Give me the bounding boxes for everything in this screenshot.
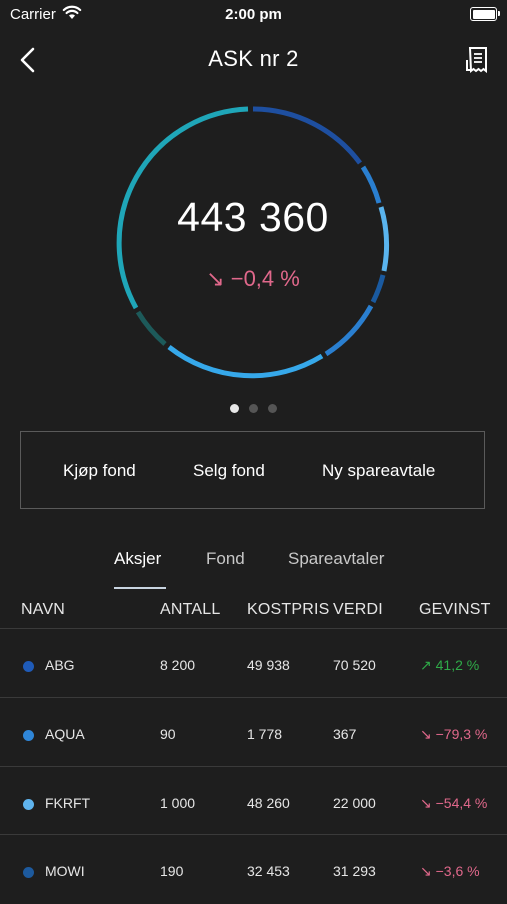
- active-tab-indicator: [114, 587, 166, 589]
- holding-color-dot: [23, 730, 34, 741]
- page-title: ASK nr 2: [208, 46, 299, 71]
- divider: [0, 834, 507, 835]
- holding-name: AQUA: [45, 726, 85, 742]
- holding-color-dot: [23, 867, 34, 878]
- page-indicator[interactable]: [0, 400, 507, 418]
- divider: [0, 697, 507, 698]
- holding-gain: ↘ −3,6 %: [420, 863, 480, 879]
- page-dot[interactable]: [268, 404, 277, 413]
- tab-fond[interactable]: Fond: [206, 549, 245, 569]
- portfolio-ring-chart: [116, 106, 390, 379]
- table-row[interactable]: MOWI 190 32 453 31 293 ↘ −3,6 %: [0, 836, 507, 904]
- status-bar: Carrier 2:00 pm: [0, 0, 507, 30]
- ring-segment: [167, 345, 324, 379]
- receipt-icon: [466, 47, 487, 74]
- holding-value: 22 000: [333, 795, 376, 811]
- table-row[interactable]: FKRFT 1 000 48 260 22 000 ↘ −54,4 %: [0, 768, 507, 836]
- holding-quantity: 1 000: [160, 795, 196, 811]
- holding-name: FKRFT: [45, 795, 91, 811]
- column-header-name[interactable]: NAVN: [21, 601, 65, 619]
- holding-cost: 49 938: [247, 657, 290, 673]
- page-dot[interactable]: [230, 404, 239, 413]
- holding-color-dot: [23, 799, 34, 810]
- sell-fund-button[interactable]: Selg fond: [193, 461, 265, 481]
- buy-fund-button[interactable]: Kjøp fond: [63, 461, 136, 481]
- holding-value: 70 520: [333, 657, 376, 673]
- new-savings-plan-button[interactable]: Ny spareavtale: [322, 461, 435, 481]
- holding-quantity: 8 200: [160, 657, 196, 673]
- portfolio-total-value: 443 360: [177, 194, 329, 240]
- holding-quantity: 190: [160, 863, 184, 879]
- portfolio-change: ↘ −0,4 %: [206, 266, 300, 291]
- column-header-value[interactable]: VERDI: [333, 601, 383, 619]
- receipt-button[interactable]: [465, 46, 491, 74]
- column-header-gain[interactable]: GEVINST: [419, 601, 491, 619]
- holding-cost: 48 260: [247, 795, 290, 811]
- divider: [0, 766, 507, 767]
- table-row[interactable]: ABG 8 200 49 938 70 520 ↗ 41,2 %: [0, 630, 507, 698]
- holding-color-dot: [23, 661, 34, 672]
- column-header-quantity[interactable]: ANTALL: [160, 601, 220, 619]
- battery-icon: [470, 7, 500, 21]
- table-row[interactable]: AQUA 90 1 778 367 ↘ −79,3 %: [0, 699, 507, 767]
- holding-name: ABG: [45, 657, 75, 673]
- ring-segment: [252, 106, 363, 165]
- holding-value: 367: [333, 726, 357, 742]
- holding-value: 31 293: [333, 863, 376, 879]
- holding-gain: ↘ −79,3 %: [420, 726, 488, 742]
- tab-aksjer[interactable]: Aksjer: [114, 549, 161, 569]
- holding-cost: 32 453: [247, 863, 290, 879]
- ring-segment: [135, 310, 167, 346]
- holding-name: MOWI: [45, 863, 85, 879]
- holding-gain: ↘ −54,4 %: [420, 795, 488, 811]
- column-header-cost[interactable]: KOSTPRIS: [247, 601, 330, 619]
- holding-quantity: 90: [160, 726, 176, 742]
- tab-spareavtaler[interactable]: Spareavtaler: [288, 549, 384, 569]
- ring-segment: [324, 304, 374, 357]
- holding-cost: 1 778: [247, 726, 283, 742]
- divider: [0, 628, 507, 629]
- action-panel: Kjøp fond Selg fond Ny spareavtale: [20, 431, 485, 509]
- clock: 2:00 pm: [225, 6, 282, 23]
- page-dot[interactable]: [249, 404, 258, 413]
- holding-gain: ↗ 41,2 %: [420, 657, 480, 673]
